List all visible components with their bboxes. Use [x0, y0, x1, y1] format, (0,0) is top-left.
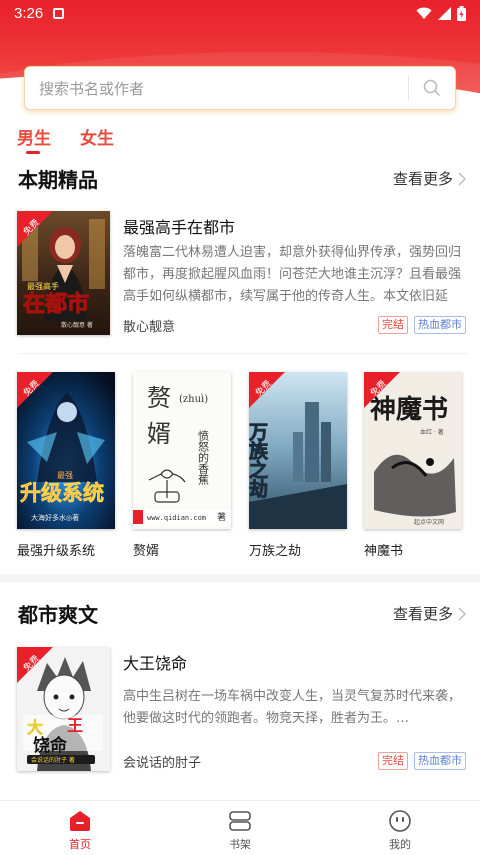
view-more-link[interactable]: 查看更多 [393, 168, 466, 189]
view-more-label: 查看更多 [392, 170, 453, 188]
cover-publisher: 起点中文网 [414, 518, 444, 526]
notification-icon [53, 7, 65, 19]
cover-text-top: 最强高手 [27, 281, 59, 291]
book-cover[interactable]: 神魔书 血红 · 著 起点中文网 免费 [364, 372, 462, 529]
free-badge: 免费 [17, 372, 53, 408]
cover-text-author: 著 [217, 511, 226, 523]
cover-text-pinyin: (zhuì) [179, 394, 208, 405]
status-time: 3:26 [14, 4, 44, 22]
book-author: 会说话的肘子 [123, 756, 202, 771]
book-cover[interactable]: 万族之劫 免费 [249, 372, 347, 529]
view-more-link[interactable]: 查看更多 [393, 603, 466, 624]
tab-male[interactable]: 男生 [17, 124, 51, 149]
search-button[interactable] [409, 66, 455, 110]
grid-book-item[interactable]: 赘 (zhuì) 婿 愤怒的香蕉 www.qidian.com 著 赘婿 [133, 372, 233, 562]
book-title[interactable]: 最强高手在都市 [123, 214, 235, 238]
book-title[interactable]: 赘婿 [133, 540, 159, 559]
search-input[interactable]: 搜索书名或作者 [25, 78, 408, 99]
cover-text-line1: 赘 [147, 384, 171, 412]
free-badge: 免费 [17, 211, 53, 247]
profile-icon [389, 810, 411, 832]
bookshelf-icon [229, 811, 251, 831]
search-bar[interactable]: 搜索书名或作者 [24, 66, 456, 110]
cover-text-line2: 婿 [147, 420, 171, 448]
battery-icon [457, 5, 466, 21]
book-title[interactable]: 大王饶命 [123, 650, 187, 674]
featured-book-card[interactable]: 最强高手 在都市 散心靓意 著 免费 最强高手在都市 落魄富二代林易遭人迫害，却… [0, 210, 480, 350]
cover-text-main: 万族之劫 [249, 422, 269, 499]
book-description: 高中生吕树在一场车祸中改变人生，当灵气复苏时代来袭，他要做这时代的领跑者。物竞天… [123, 689, 462, 726]
app-screen: 3:26 搜索书名或作者 男生 女生 本期精品 查看更多 最强高手 在都市 散心… [0, 0, 480, 855]
cover-text-main: 在都市 [23, 291, 89, 317]
nav-label: 我的 [389, 838, 411, 851]
grid-book-item[interactable]: 万族之劫 免费 万族之劫 [249, 372, 349, 562]
book-cover[interactable]: 赘 (zhuì) 婿 愤怒的香蕉 www.qidian.com 著 [133, 372, 231, 529]
cover-text-main2: 王 [67, 716, 83, 735]
free-badge: 免费 [364, 372, 400, 408]
cover-text-sub: 大海好多水◎著 [31, 513, 79, 522]
cover-text-sub: 会说话的肘子 著 [31, 756, 75, 764]
book-cover[interactable]: 最强高手 在都市 散心靓意 著 免费 [17, 211, 110, 335]
grid-book-item[interactable]: 神魔书 血红 · 著 起点中文网 免费 神魔书 [364, 372, 464, 562]
genre-tag: 热血都市 [414, 316, 466, 334]
free-badge: 免费 [17, 647, 53, 683]
book-description: 落魄富二代林易遭人迫害，却意外获得仙界传承，强势回归都市，再度掀起腥风血雨！问苍… [123, 245, 462, 304]
section-header-featured: 本期精品 查看更多 [0, 164, 480, 194]
chevron-right-icon [458, 172, 466, 185]
wifi-icon [416, 7, 432, 19]
book-title[interactable]: 最强升级系统 [17, 540, 95, 559]
featured-book-card[interactable]: 大 王 饶命 会说话的肘子 著 免费 大王饶命 高中生吕树在一场车祸中改变人生，… [0, 646, 480, 786]
book-cover[interactable]: 大 王 饶命 会说话的肘子 著 免费 [17, 647, 110, 771]
section-title: 本期精品 [18, 168, 98, 192]
search-icon [423, 79, 441, 97]
cover-text-url: www.qidian.com [147, 514, 206, 522]
cover-text-side: 愤怒的香蕉 [197, 430, 210, 486]
section-header-urban: 都市爽文 查看更多 [0, 599, 480, 629]
book-title[interactable]: 万族之劫 [249, 540, 301, 559]
nav-label: 书架 [229, 838, 251, 851]
book-author: 散心靓意 [123, 320, 176, 335]
tab-female[interactable]: 女生 [80, 124, 114, 149]
nav-label: 首页 [69, 838, 91, 851]
signal-icon [438, 6, 451, 20]
view-more-label: 查看更多 [392, 605, 453, 623]
section-title: 都市爽文 [18, 603, 98, 627]
free-badge: 免费 [249, 372, 285, 408]
book-cover[interactable]: 最强 升级系统 大海好多水◎著 免费 [17, 372, 115, 529]
chevron-right-icon [458, 607, 466, 620]
home-icon [70, 811, 90, 831]
cover-text-main3: 饶命 [33, 735, 68, 756]
status-tag: 完结 [378, 316, 408, 334]
nav-bookshelf[interactable]: 书架 [200, 809, 280, 852]
status-tag: 完结 [378, 752, 408, 770]
book-title[interactable]: 神魔书 [364, 540, 403, 559]
nav-profile[interactable]: 我的 [360, 809, 440, 852]
grid-book-item[interactable]: 最强 升级系统 大海好多水◎著 免费 最强升级系统 [17, 372, 117, 562]
cover-text-sub: 散心靓意 著 [61, 321, 93, 329]
section-separator [0, 574, 480, 582]
bottom-navigation: 首页 书架 我的 [0, 800, 480, 855]
cover-text-main: 升级系统 [20, 481, 104, 505]
cover-text-top: 最强 [57, 471, 73, 480]
nav-home[interactable]: 首页 [40, 809, 120, 852]
status-bar: 3:26 [0, 0, 480, 26]
gender-tabs: 男生 女生 [0, 120, 480, 156]
status-icons [416, 5, 466, 21]
genre-tag: 热血都市 [414, 752, 466, 770]
active-tab-indicator [26, 151, 40, 154]
divider [18, 353, 468, 354]
cover-text-main1: 大 [27, 718, 43, 737]
cover-text-author: 血红 · 著 [420, 428, 444, 436]
